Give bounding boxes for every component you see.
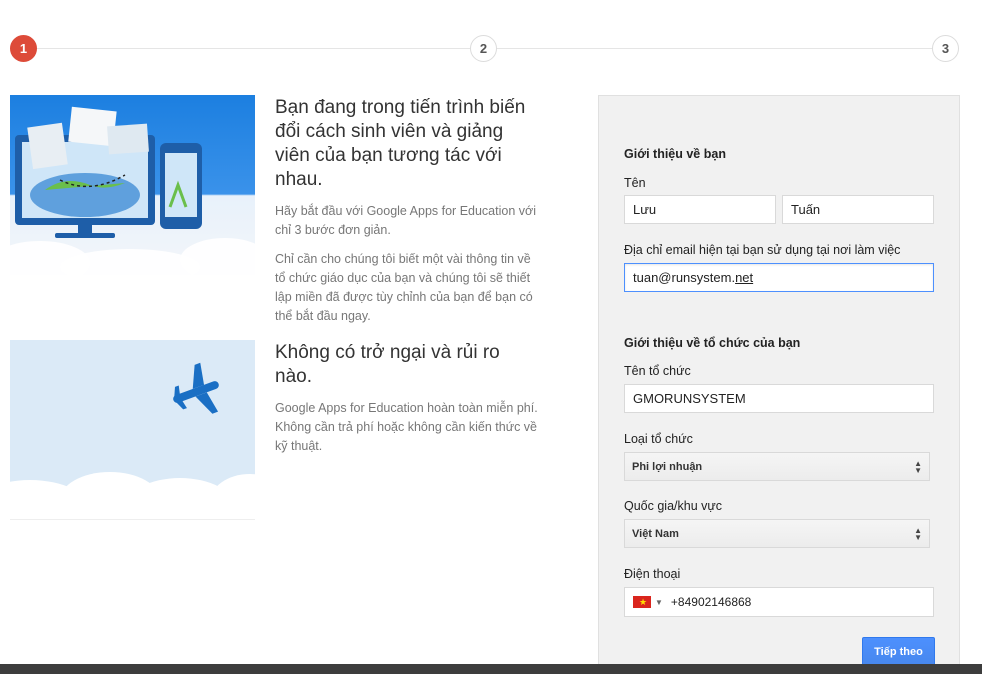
org-name-label: Tên tổ chức	[624, 364, 691, 378]
chevron-down-icon[interactable]: ▼	[655, 598, 663, 607]
email-value-suffix: net	[735, 270, 754, 285]
feature-free-title: Không có trở ngại và rủi ro nào.	[275, 342, 500, 387]
step-1: 1	[10, 35, 37, 62]
name-label: Tên	[624, 176, 646, 190]
phone-value: +84902146868	[670, 595, 752, 609]
vietnam-flag-icon[interactable]: ★	[633, 596, 651, 608]
next-button[interactable]: Tiếp theo	[862, 637, 935, 667]
org-name-field[interactable]: GMORUNSYSTEM	[624, 384, 934, 413]
select-arrows-icon: ▲ ▼	[914, 525, 922, 542]
feature-free-paragraph: Google Apps for Education hoàn toàn miễn…	[275, 401, 538, 453]
signup-form-panel: Giới thiệu về bạn Tên Lưu Tuấn Địa chỉ e…	[598, 95, 960, 674]
last-name-field[interactable]: Tuấn	[782, 195, 934, 224]
phone-field[interactable]: ★ ▼ +84902146868	[624, 587, 934, 617]
step-2: 2	[470, 35, 497, 62]
organization-title: Giới thiệu về tổ chức của bạn	[624, 336, 801, 350]
airplane-icon	[173, 362, 219, 414]
step-3: 3	[932, 35, 959, 62]
progress-stepper: 1 2 3	[10, 35, 960, 63]
email-field[interactable]: tuan@runsystem. net	[624, 263, 934, 292]
feature-intro-paragraph: Hãy bắt đầu với Google Apps for Educatio…	[275, 204, 536, 237]
feature-intro-paragraph: Chỉ cần cho chúng tôi biết một vài thông…	[275, 252, 533, 323]
feature-intro-title: Bạn đang trong tiến trình biến đổi cách …	[275, 97, 526, 190]
country-value: Việt Nam	[632, 527, 679, 540]
email-label: Địa chỉ email hiện tại bạn sử dụng tại n…	[624, 243, 901, 257]
about-you-title: Giới thiệu về bạn	[624, 147, 726, 161]
bottom-bar	[0, 664, 982, 674]
phone-label: Điện thoại	[624, 567, 681, 581]
devices-illustration	[10, 95, 255, 275]
airplane-illustration	[10, 340, 255, 520]
feature-free: Không có trở ngại và rủi ro nào. Google …	[275, 341, 540, 456]
org-type-label: Loại tổ chức	[624, 432, 693, 446]
country-label: Quốc gia/khu vực	[624, 499, 722, 513]
org-type-select[interactable]: Phi lợi nhuận ▲ ▼	[624, 452, 930, 481]
email-value: tuan@runsystem.	[633, 270, 736, 285]
select-arrows-icon: ▲ ▼	[914, 458, 922, 475]
org-type-value: Phi lợi nhuận	[632, 460, 703, 473]
feature-intro: Bạn đang trong tiến trình biến đổi cách …	[275, 96, 540, 326]
country-select[interactable]: Việt Nam ▲ ▼	[624, 519, 930, 548]
first-name-field[interactable]: Lưu	[624, 195, 776, 224]
